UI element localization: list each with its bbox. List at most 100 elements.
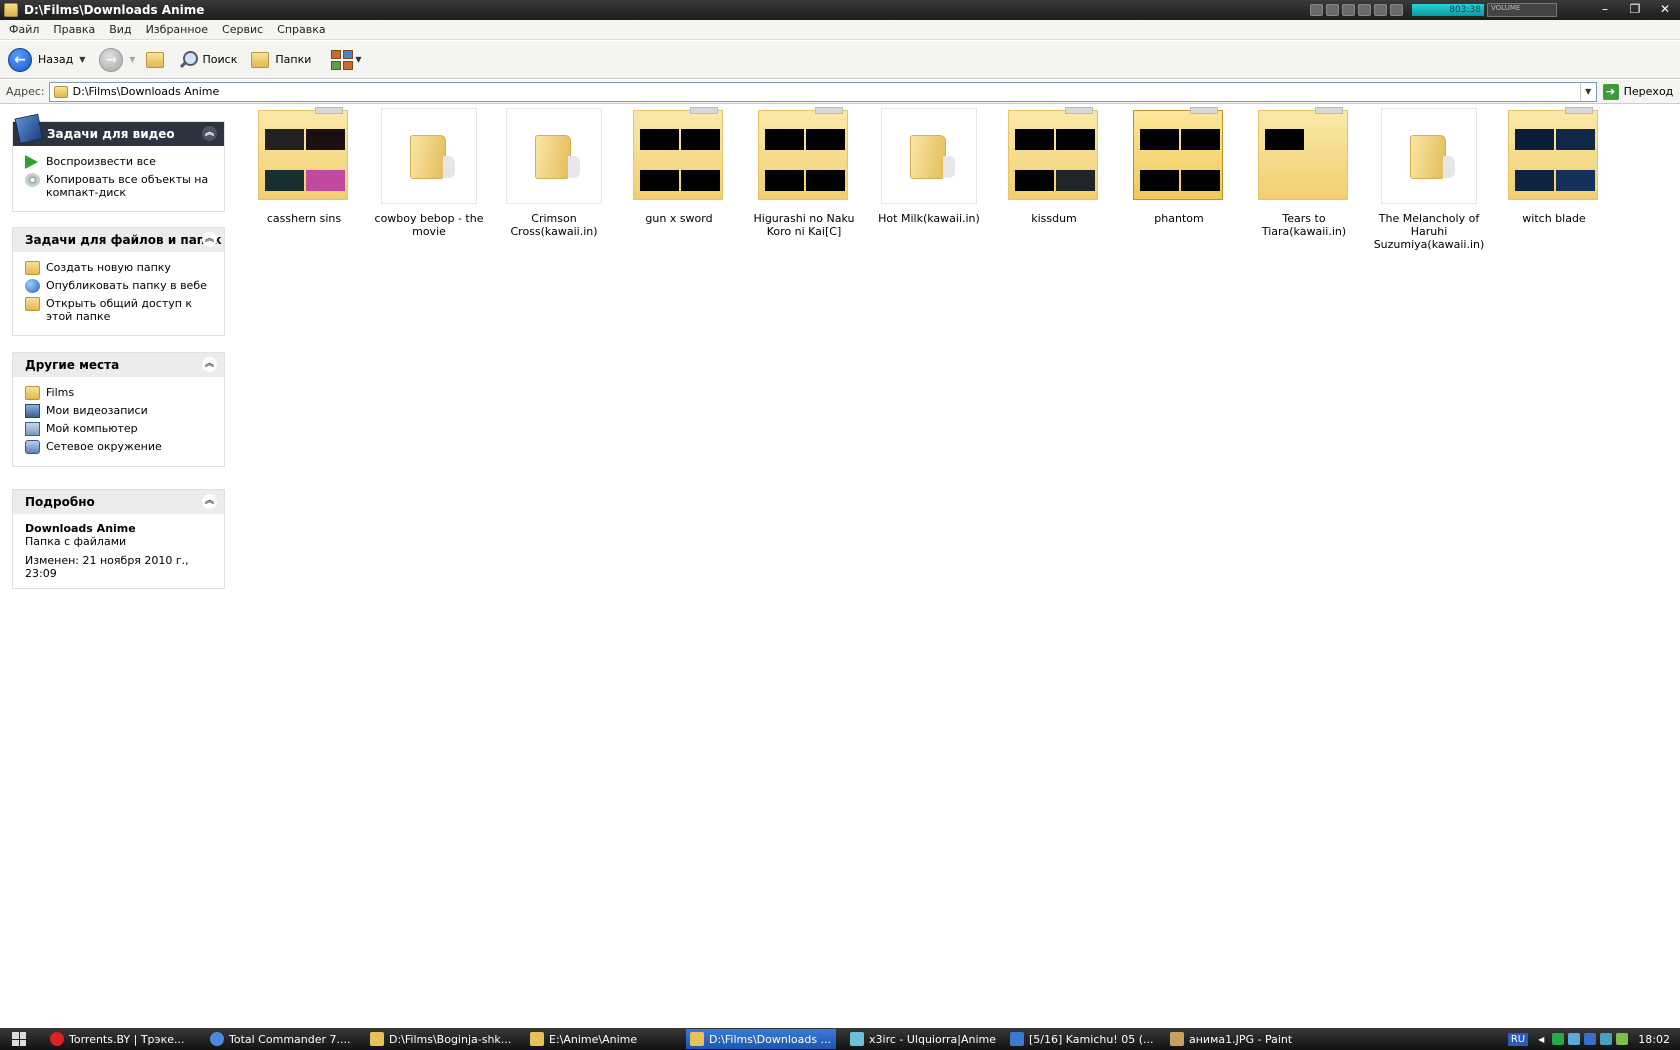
taskbar-item-media[interactable]: [5/16] Kamichu! 05 (...: [1006, 1029, 1156, 1049]
taskbar-item-explorer[interactable]: E:\Anime\Anime: [526, 1029, 676, 1049]
taskbar-item-explorer[interactable]: D:\Films\Boginja-shk...: [366, 1029, 516, 1049]
folder-thumbnail: [381, 108, 477, 204]
tray-app-icon[interactable]: [1616, 1033, 1629, 1045]
media-player-mini[interactable]: 803:38 VOLUME: [1310, 2, 1560, 18]
collapse-icon[interactable]: ︽: [202, 232, 217, 247]
media-eject-button[interactable]: [1390, 4, 1403, 16]
tray-network-icon[interactable]: [1568, 1033, 1581, 1045]
start-button[interactable]: [0, 1028, 38, 1050]
folder-item[interactable]: Tears to Tiara(kawaii.in): [1244, 107, 1364, 238]
media-play-button[interactable]: [1326, 4, 1339, 16]
folder-item[interactable]: phantom: [1119, 107, 1239, 225]
minimize-button[interactable]: –: [1590, 0, 1620, 20]
restore-button[interactable]: ❐: [1620, 0, 1650, 20]
folders-label: Папки: [275, 53, 312, 66]
irc-icon: [850, 1032, 864, 1046]
details-header[interactable]: Подробно ︽: [13, 490, 224, 514]
media-prev-button[interactable]: [1310, 4, 1323, 16]
other-places-header[interactable]: Другие места ︽: [13, 353, 224, 377]
address-input[interactable]: D:\Films\Downloads Anime ▼: [48, 81, 1597, 102]
taskbar-item-total-commander[interactable]: Total Commander 7....: [206, 1029, 356, 1049]
file-tasks-header[interactable]: Задачи для файлов и папок ︽: [13, 228, 224, 252]
clock[interactable]: 18:02: [1638, 1033, 1670, 1046]
folder-item[interactable]: The Melancholy of Haruhi Suzumiya(kawaii…: [1369, 108, 1489, 251]
taskbar-item-paint[interactable]: анима1.JPG - Paint: [1166, 1029, 1316, 1049]
chevron-down-icon[interactable]: ▼: [129, 55, 135, 64]
tray-expand-icon[interactable]: ◀: [1538, 1035, 1544, 1044]
folder-item[interactable]: Higurashi no Naku Koro ni Kai[C]: [744, 107, 864, 238]
media-time-display: 803:38: [1412, 4, 1484, 16]
folder-name: gun x sword: [645, 212, 713, 225]
task-copy-to-cd[interactable]: Копировать все объекты на компакт-диск: [25, 173, 214, 199]
folder-item[interactable]: casshern sins: [244, 107, 364, 225]
search-icon: [178, 50, 198, 70]
title-bar[interactable]: D:\Films\Downloads Anime 803:38 VOLUME –…: [0, 0, 1680, 20]
menu-favorites[interactable]: Избранное: [139, 23, 215, 36]
close-button[interactable]: ✕: [1650, 0, 1680, 20]
details-title: Подробно: [25, 495, 95, 509]
chevron-down-icon[interactable]: ▼: [1579, 82, 1596, 101]
task-share-folder[interactable]: Открыть общий доступ к этой папке: [25, 297, 214, 323]
place-films[interactable]: Films: [25, 386, 214, 400]
menu-help[interactable]: Справка: [270, 23, 332, 36]
folder-icon: [4, 3, 18, 17]
folders-button[interactable]: Папки: [247, 45, 315, 75]
back-button[interactable]: ← Назад ▼: [4, 45, 89, 75]
collapse-icon[interactable]: ︽: [202, 126, 217, 141]
folder-item[interactable]: cowboy bebop - the movie: [369, 108, 489, 238]
folder-name: Tears to Tiara(kawaii.in): [1261, 212, 1347, 238]
folder-name: kissdum: [1031, 212, 1077, 225]
task-label: Создать новую папку: [46, 261, 171, 274]
collapse-icon[interactable]: ︽: [202, 494, 217, 509]
folder-item[interactable]: Hot Milk(kawaii.in): [869, 108, 989, 225]
taskbar-item-label: x3irc - Ulquiorra|Anime: [869, 1032, 996, 1046]
search-button[interactable]: Поиск: [174, 45, 242, 75]
folder-item[interactable]: kissdum: [994, 107, 1114, 225]
video-tasks-panel: Задачи для видео ︽ Воспроизвести все Коп…: [12, 113, 225, 212]
cd-icon: [25, 173, 40, 187]
video-tasks-header[interactable]: Задачи для видео ︽: [13, 113, 224, 146]
back-label: Назад: [38, 53, 74, 66]
address-value: D:\Films\Downloads Anime: [72, 85, 220, 98]
task-label: Открыть общий доступ к этой папке: [46, 297, 193, 323]
language-indicator[interactable]: RU: [1507, 1032, 1529, 1046]
collapse-icon[interactable]: ︽: [202, 357, 217, 372]
computer-icon: [25, 422, 40, 436]
taskbar-item-opera[interactable]: Torrents.BY | Трэке...: [46, 1029, 196, 1049]
paint-icon: [1170, 1032, 1184, 1046]
tray-monitor-icon[interactable]: [1584, 1033, 1597, 1045]
file-view[interactable]: casshern sins cowboy bebop - the movie C…: [230, 105, 1680, 1028]
task-label: Копировать все объекты на компакт-диск: [46, 173, 209, 199]
taskbar-item-irc[interactable]: x3irc - Ulquiorra|Anime: [846, 1029, 996, 1049]
place-my-videos[interactable]: Мои видеозаписи: [25, 404, 214, 418]
taskbar-item-explorer-active[interactable]: D:\Films\Downloads ...: [686, 1029, 836, 1049]
file-tasks-title: Задачи для файлов и папок: [25, 233, 222, 247]
chevron-down-icon[interactable]: ▼: [79, 55, 85, 64]
place-network[interactable]: Сетевое окружение: [25, 440, 214, 454]
folder-item[interactable]: witch blade: [1494, 107, 1614, 225]
media-next-button[interactable]: [1374, 4, 1387, 16]
tray-sync-icon[interactable]: [1600, 1033, 1613, 1045]
task-publish-web[interactable]: Опубликовать папку в вебе: [25, 279, 214, 293]
menu-tools[interactable]: Сервис: [215, 23, 270, 36]
task-play-all[interactable]: Воспроизвести все: [25, 155, 214, 169]
menu-file[interactable]: Файл: [0, 23, 46, 36]
folder-item[interactable]: Crimson Cross(kawaii.in): [494, 108, 614, 238]
taskbar: Torrents.BY | Трэке... Total Commander 7…: [0, 1028, 1680, 1050]
place-label: Мой компьютер: [46, 422, 138, 435]
media-volume-slider[interactable]: VOLUME: [1487, 3, 1557, 17]
up-folder-button[interactable]: [142, 45, 168, 75]
tray-app-icon[interactable]: [1552, 1033, 1565, 1045]
task-new-folder[interactable]: Создать новую папку: [25, 261, 214, 275]
details-panel: Подробно ︽ Downloads Anime Папка с файла…: [12, 489, 225, 589]
views-button[interactable]: ▼: [327, 45, 365, 75]
forward-button[interactable]: → ▼: [95, 45, 139, 75]
go-button[interactable]: ➔ Переход: [1602, 83, 1673, 100]
total-commander-icon: [210, 1032, 224, 1046]
media-pause-button[interactable]: [1342, 4, 1355, 16]
folder-item[interactable]: gun x sword: [619, 107, 739, 225]
menu-edit[interactable]: Правка: [46, 23, 102, 36]
media-stop-button[interactable]: [1358, 4, 1371, 16]
place-my-computer[interactable]: Мой компьютер: [25, 422, 214, 436]
menu-view[interactable]: Вид: [102, 23, 138, 36]
